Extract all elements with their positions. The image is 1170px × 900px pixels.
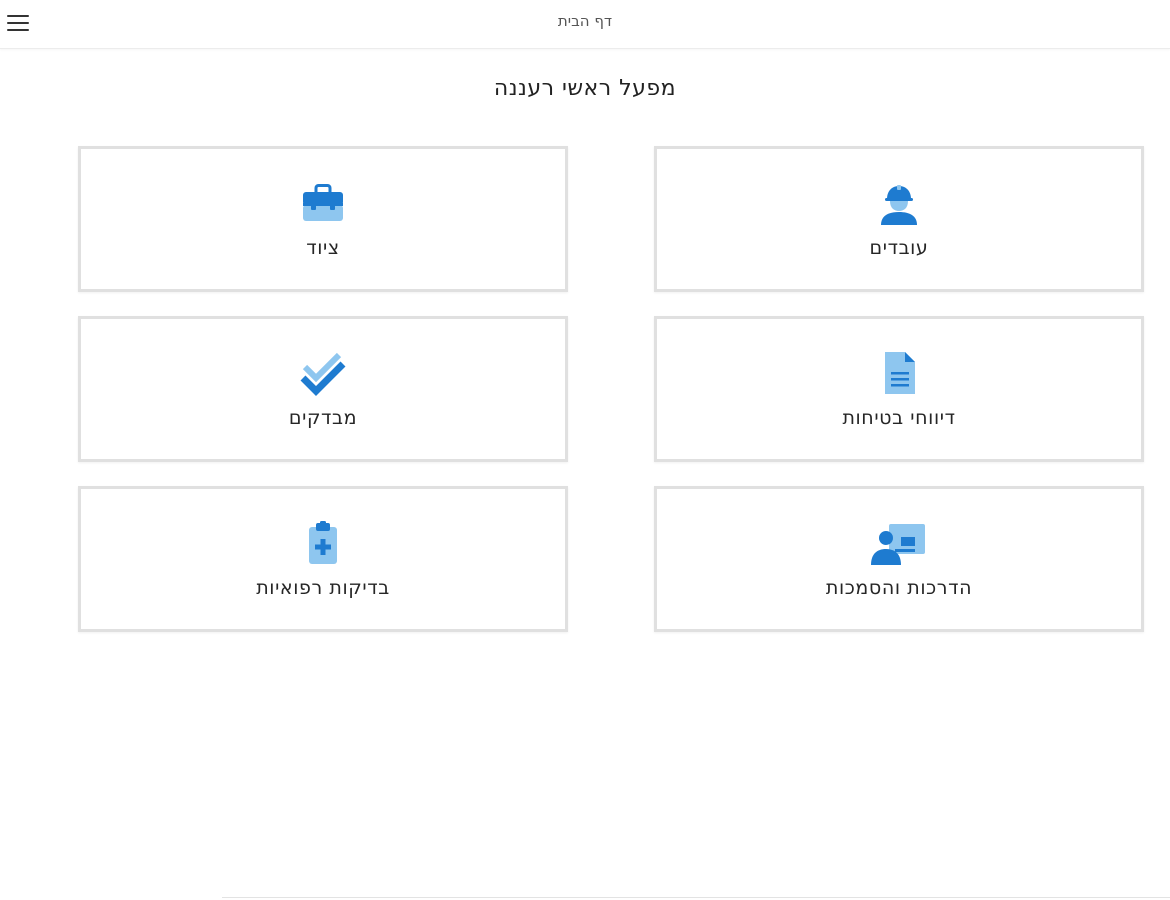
tile-label: דיווחי בטיחות <box>842 407 956 429</box>
document-icon <box>875 349 923 397</box>
tile-medical-checks[interactable]: בדיקות רפואיות <box>78 486 568 632</box>
tile-equipment[interactable]: ציוד <box>78 146 568 292</box>
tile-label: הדרכות והסמכות <box>825 577 973 599</box>
tile-label: עובדים <box>869 237 929 259</box>
tile-audits[interactable]: מבדקים <box>78 316 568 462</box>
tile-label: בדיקות רפואיות <box>256 577 390 599</box>
tile-label: ציוד <box>306 237 340 259</box>
page-title: מפעל ראשי רעננה <box>493 76 677 101</box>
medical-clipboard-icon <box>299 519 347 567</box>
tile-label: מבדקים <box>288 407 358 429</box>
double-check-icon <box>299 349 347 397</box>
app-bar-title: דף הבית <box>557 12 613 30</box>
top-app-bar: דף הבית <box>0 0 1170 49</box>
tile-safety-reports[interactable]: דיווחי בטיחות <box>654 316 1144 462</box>
tile-workers[interactable]: עובדים <box>654 146 1144 292</box>
presentation-trainer-icon <box>871 519 927 567</box>
divider <box>222 897 1170 898</box>
construction-worker-icon <box>875 179 923 227</box>
tile-trainings[interactable]: הדרכות והסמכות <box>654 486 1144 632</box>
toolbox-icon <box>299 179 347 227</box>
